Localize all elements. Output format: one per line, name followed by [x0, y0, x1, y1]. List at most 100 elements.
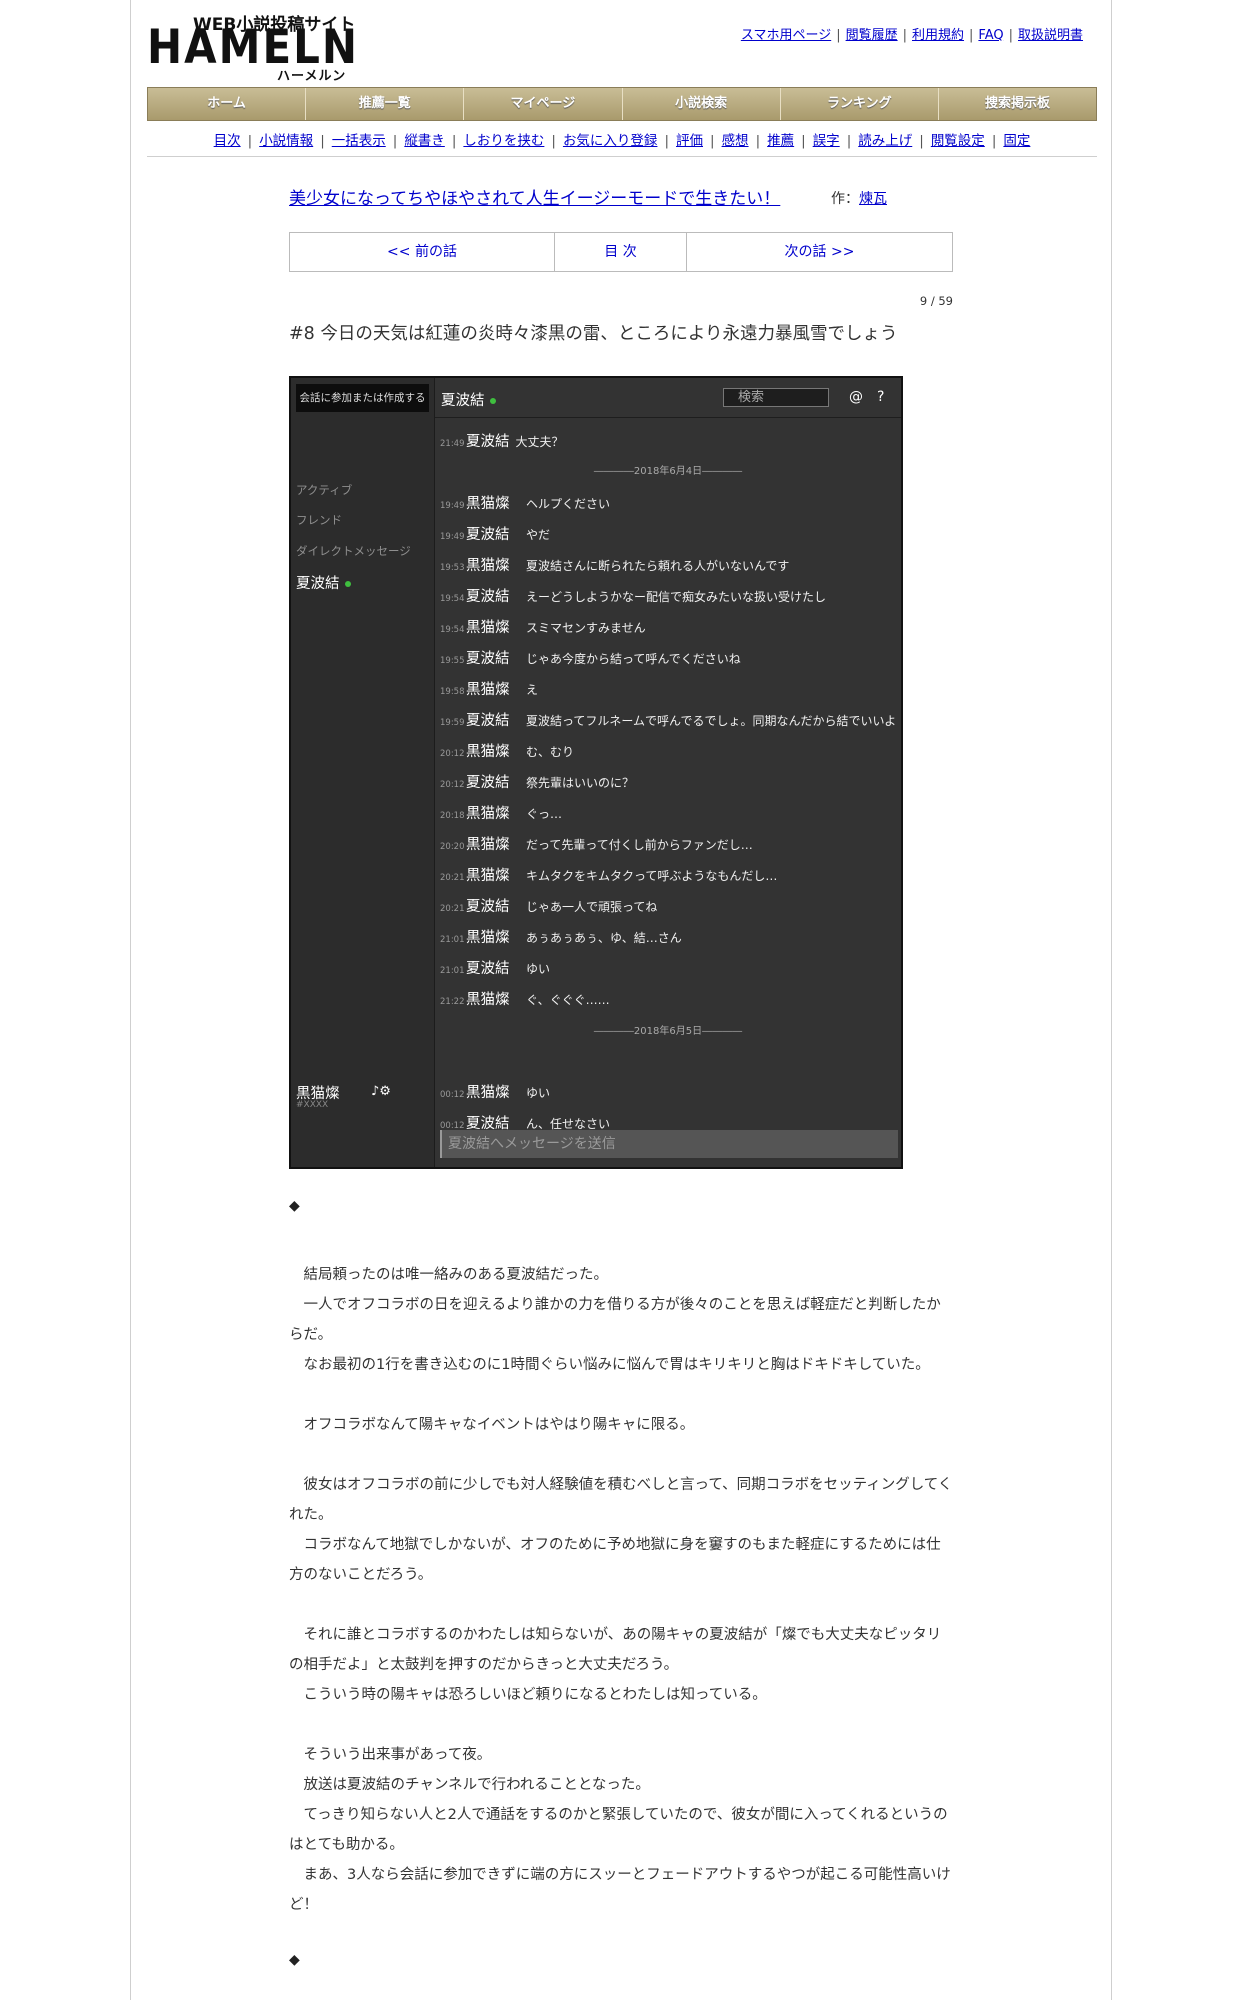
message-time: 00:12 [440, 1090, 465, 1100]
subnav-read-aloud[interactable]: 読み上げ [858, 133, 912, 149]
message-time: 20:21 [440, 873, 465, 883]
message-time: 19:54 [440, 625, 465, 635]
message-text: 夏波結ってフルネームで呼んでるでしょ。同期なんだから結でいいよ [526, 714, 897, 728]
message-author: 夏波結 [466, 899, 510, 915]
music-settings-icon: ♪⚙ [371, 1084, 391, 1099]
subnav-recommend[interactable]: 推薦 [767, 133, 794, 149]
message-text: じゃあ一人で頑張ってね [526, 900, 658, 914]
message-time: 20:21 [440, 904, 465, 914]
section-divider: ◆ [289, 1198, 300, 1214]
paragraph: 一人でオフコラボの日を迎えるより誰かの力を借りる方が後々のことを思えば軽症だと判… [289, 1297, 941, 1343]
message-text: やだ [526, 528, 551, 542]
message-text: えーどうしようかなー配信で痴女みたいな扱い受けたし [526, 590, 827, 604]
paragraph: こういう時の陽キャは恐ろしいほど頼りになるとわたしは知っている。 [289, 1687, 767, 1703]
message-time: 20:12 [440, 749, 465, 759]
subnav-typo[interactable]: 誤字 [813, 133, 840, 149]
subnav-pin[interactable]: 固定 [1003, 133, 1030, 149]
toc-button[interactable]: 目 次 [555, 233, 687, 271]
top-links: スマホ用ページ | 閲覧履歴 | 利用規約 | FAQ | 取扱説明書 [740, 28, 1083, 43]
message-text: ん、任せなさい [526, 1117, 611, 1131]
chat-screenshot-image: 会話に参加または作成する アクティブ フレンド ダイレクトメッセージ 夏波結 黒… [289, 376, 903, 1169]
message-author: 黒猫燦 [466, 992, 510, 1008]
nav-recommendations[interactable]: 推薦一覧 [306, 88, 465, 120]
novel-title[interactable]: 美少女になってちやほやされて人生イージーモードで生きたい！ [289, 184, 780, 209]
message-author: 黒猫燦 [466, 837, 510, 853]
author-link[interactable]: 煉瓦 [859, 191, 887, 207]
message-text: あぅあぅあぅ、ゆ、結…さん [526, 931, 682, 945]
subnav-toc[interactable]: 目次 [214, 133, 241, 149]
message-text: ヘルプください [526, 497, 611, 511]
message-author: 夏波結 [466, 713, 510, 729]
message-text: じゃあ今度から結って呼んでくださいね [526, 652, 741, 666]
chat-message: 21:01 黒猫燦 あぅあぅあぅ、ゆ、結…さん [440, 926, 682, 947]
chat-message: 21:01 夏波結 ゆい [440, 957, 550, 978]
message-time: 19:59 [440, 718, 465, 728]
chat-side-active: アクティブ [296, 483, 353, 497]
subnav-info[interactable]: 小説情報 [259, 133, 313, 149]
chat-date-separator: ――――2018年6月5日―――― [593, 1026, 743, 1037]
message-time: 19:54 [440, 594, 465, 604]
message-author: 夏波結 [466, 651, 510, 667]
text-block-1: 結局頼ったのは唯一絡みのある夏波結だった。 一人でオフコラボの日を迎えるより誰か… [289, 1260, 953, 1380]
paragraph: まあ、3人なら会話に参加できずに端の方にスッーとフェードアウトするやつが起こる可… [289, 1867, 951, 1913]
author-label: 作： [831, 191, 859, 207]
message-time: 19:58 [440, 687, 465, 697]
chat-message: 20:18 黒猫燦 ぐっ… [440, 802, 562, 823]
message-author: 夏波結 [466, 434, 510, 450]
chat-message: 20:12 夏波結 祭先輩はいいのに？ [440, 771, 634, 792]
nav-board[interactable]: 捜索掲示板 [938, 88, 1097, 120]
chat-message: 20:21 夏波結 じゃあ一人で頑張ってね [440, 895, 657, 916]
subnav-comment[interactable]: 感想 [722, 133, 749, 149]
subnav-bookmark[interactable]: しおりを挟む [463, 133, 544, 149]
link-terms[interactable]: 利用規約 [912, 28, 964, 43]
message-time: 19:49 [440, 532, 465, 542]
message-author: 黒猫燦 [466, 682, 510, 698]
author: 作：煉瓦 [831, 188, 887, 208]
next-chapter-button[interactable]: 次の話 >> [687, 233, 952, 271]
subnav-all[interactable]: 一括表示 [332, 133, 386, 149]
chat-search-box: 検索 [723, 388, 829, 407]
chat-message: 19:49 夏波結 やだ [440, 523, 550, 544]
link-smartphone[interactable]: スマホ用ページ [741, 28, 831, 43]
message-author: 黒猫燦 [466, 868, 510, 884]
link-history[interactable]: 閲覧履歴 [846, 28, 898, 43]
paragraph: そういう出来事があって夜。 [289, 1747, 492, 1763]
message-time: 20:18 [440, 811, 465, 821]
message-author: 黒猫燦 [466, 558, 510, 574]
link-manual[interactable]: 取扱説明書 [1018, 28, 1083, 43]
online-status-icon [344, 581, 351, 587]
message-time: 19:55 [440, 656, 465, 666]
subnav-settings[interactable]: 閲覧設定 [931, 133, 985, 149]
paragraph: それに誰とコラボするのかわたしは知らないが、あの陽キャの夏波結が「燦でも大丈夫な… [289, 1627, 942, 1673]
message-text: だって先輩って付くし前からファンだし… [526, 838, 753, 852]
prev-chapter-button[interactable]: << 前の話 [290, 233, 555, 271]
nav-home[interactable]: ホーム [148, 88, 307, 120]
header-divider [147, 156, 1097, 157]
paragraph: 放送は夏波結のチャンネルで行われることとなった。 [289, 1777, 650, 1793]
chat-message: 21:22 黒猫燦 ぐ、ぐぐぐ…… [440, 988, 610, 1009]
chapter-title: #8 今日の天気は紅蓮の炎時々漆黒の雷、ところにより永遠力暴風雪でしょう [289, 324, 898, 344]
message-text: キムタクをキムタクって呼ぶようなもんだし… [526, 869, 778, 883]
subnav-favorite[interactable]: お気に入り登録 [563, 133, 658, 149]
sub-nav: 目次 | 小説情報 | 一括表示 | 縦書き | しおりを挟む | お気に入り登録 | 評価 | 感想 | 推薦… [213, 133, 1031, 149]
subnav-rate[interactable]: 評価 [676, 133, 703, 149]
message-time: 21:01 [440, 966, 465, 976]
nav-mypage[interactable]: マイページ [464, 88, 623, 120]
link-faq[interactable]: FAQ [978, 28, 1003, 43]
message-time: 21:49 [440, 439, 465, 449]
chapter-pager: << 前の話 目 次 次の話 >> [289, 232, 953, 272]
text-block-2: オフコラボなんて陽キャなイベントはやはり陽キャに限る。 [289, 1410, 953, 1440]
nav-search[interactable]: 小説検索 [622, 88, 781, 120]
logo-wordmark: HAMELN [147, 19, 360, 75]
site-logo[interactable]: WEB小説投稿サイト HAMELN ハーメルン [147, 10, 369, 84]
message-author: 夏波結 [466, 775, 510, 791]
message-text: スミマセンすみません [526, 621, 646, 635]
chat-date-separator: ――――2018年6月4日―――― [593, 466, 743, 477]
subnav-vertical[interactable]: 縦書き [404, 133, 445, 149]
paragraph: てっきり知らない人と2人で通話をするのかと緊張していたので、彼女が間に入ってくれ… [289, 1807, 948, 1853]
chat-message: 21:49 夏波結 大丈夫？ [440, 430, 564, 451]
chat-message: 19:53 黒猫燦 夏波結さんに断られたら頼れる人がいないんです [440, 554, 789, 575]
nav-ranking[interactable]: ランキング [780, 88, 939, 120]
message-author: 夏波結 [466, 527, 510, 543]
chat-message: 19:58 黒猫燦 え [440, 678, 538, 699]
